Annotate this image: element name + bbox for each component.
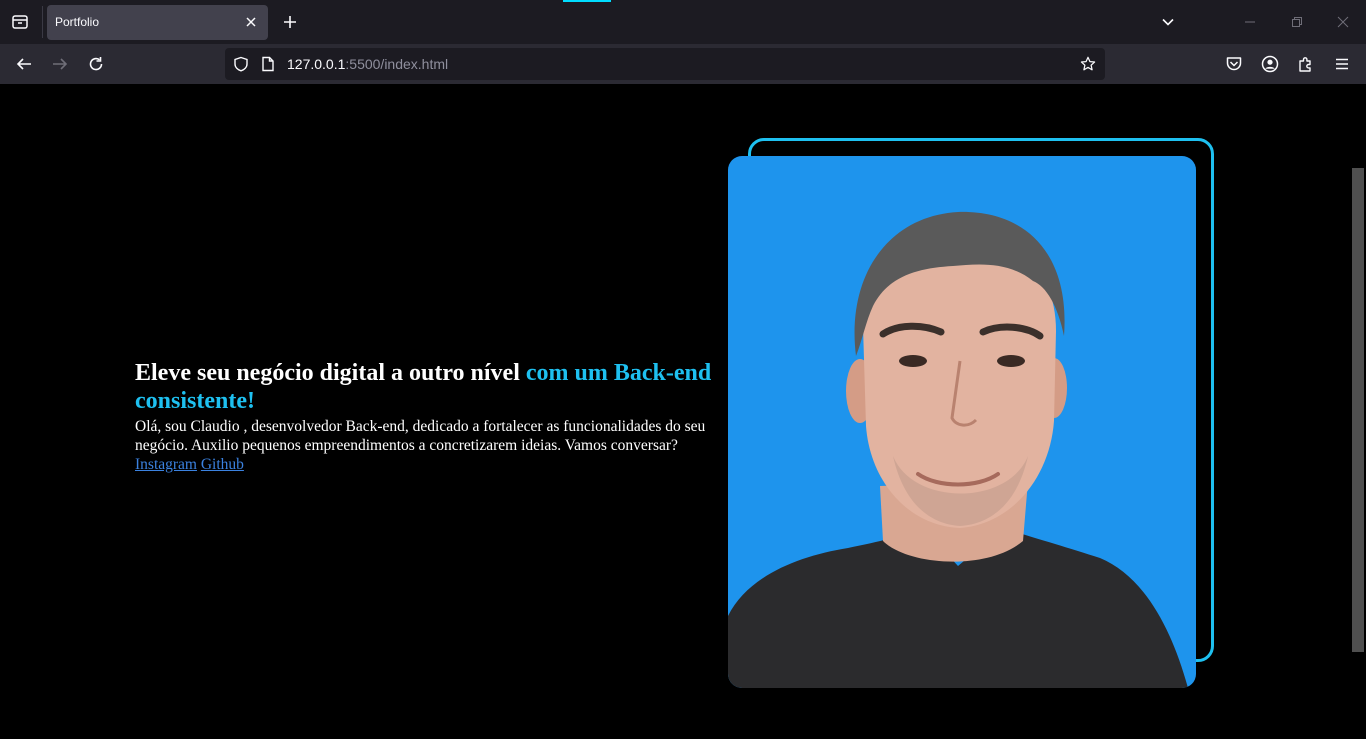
minimize-button[interactable] [1236,8,1264,36]
page-viewport: Eleve seu negócio digital a outro nível … [0,84,1366,739]
tab-portfolio[interactable]: Portfolio [47,5,268,40]
tab-list-icon [12,15,28,29]
bookmark-button[interactable] [1080,56,1096,72]
list-all-tabs-button[interactable] [1156,10,1180,34]
restore-icon [1292,17,1302,27]
star-icon [1080,56,1096,71]
tab-separator [42,6,43,38]
app-menu-button[interactable] [1330,52,1354,76]
back-button[interactable] [12,52,36,76]
close-window-icon [1337,16,1349,28]
navigation-toolbar: 127.0.0.1:5500/index.html [0,44,1366,84]
scrollbar-thumb[interactable] [1352,168,1364,652]
restore-button[interactable] [1283,8,1311,36]
reload-button[interactable] [84,52,108,76]
close-tab-button[interactable] [242,13,260,31]
arrow-right-icon [53,58,68,70]
extensions-button[interactable] [1294,52,1318,76]
hero-text: Eleve seu negócio digital a outro nível … [135,359,735,474]
shield-icon [234,56,248,72]
pocket-button[interactable] [1222,52,1246,76]
plus-icon [284,16,296,28]
page-scrollbar[interactable] [1350,84,1366,739]
headline-white: Eleve seu negócio digital a outro nível [135,360,526,386]
profile-photo [728,156,1196,688]
page-info-button[interactable] [260,56,276,72]
instagram-link[interactable]: Instagram [135,456,197,473]
url-host: 127.0.0.1 [287,56,346,72]
url-path: :5500/index.html [345,56,449,72]
reload-icon [89,57,103,71]
minimize-icon [1245,21,1255,23]
hamburger-icon [1336,58,1348,70]
tab-title: Portfolio [55,15,100,29]
account-button[interactable] [1258,52,1282,76]
new-tab-button[interactable] [278,10,302,34]
chevron-down-icon [1162,18,1174,26]
close-icon [246,17,256,27]
hero-description: Olá, sou Claudio , desenvolvedor Back-en… [135,418,706,454]
url-text[interactable]: 127.0.0.1:5500/index.html [287,56,448,72]
tracking-protection-button[interactable] [233,56,249,72]
account-icon [1261,55,1279,73]
url-bar[interactable]: 127.0.0.1:5500/index.html [225,48,1105,80]
page-icon [262,56,274,72]
social-links: Instagram Github [135,455,735,474]
tab-strip: Portfolio [0,0,1366,44]
puzzle-icon [1299,57,1311,72]
close-window-button[interactable] [1329,8,1357,36]
pocket-icon [1226,57,1242,71]
hero-headline: Eleve seu negócio digital a outro nível … [135,359,735,415]
portrait-illustration [728,211,1188,688]
arrow-left-icon [16,58,31,70]
github-link[interactable]: Github [201,456,244,473]
tab-strip-accent [563,0,611,2]
firefox-view-button[interactable] [8,10,32,34]
forward-button[interactable] [48,52,72,76]
